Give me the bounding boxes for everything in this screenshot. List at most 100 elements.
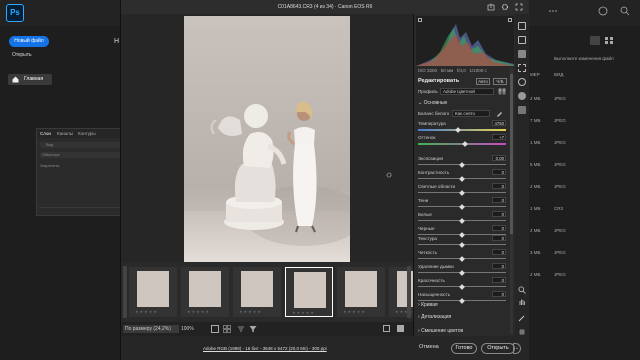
slider-value-field[interactable]: 4750	[492, 120, 506, 126]
slider-label: Красочность	[418, 278, 445, 283]
slider-value-field[interactable]: +7	[492, 134, 506, 140]
header-type[interactable]: ВИД	[554, 72, 563, 77]
filmstrip-thumbnail[interactable]: ★★★★★	[233, 267, 281, 317]
slider-thumb[interactable]	[461, 141, 468, 147]
slider-value-field[interactable]: 0	[492, 183, 506, 189]
open-button[interactable]: Открыть	[12, 52, 32, 58]
file-type: JPEG	[554, 162, 566, 167]
edit-panel: ISO 3200 50 мм f/4,0 1/1000 с Редактиров…	[413, 14, 515, 336]
edit-tool-icon[interactable]	[518, 22, 526, 30]
blend-mode-select[interactable]: Обычные	[40, 152, 120, 158]
single-view-icon[interactable]	[383, 325, 390, 332]
rating-stars[interactable]: ★★★★★	[292, 310, 315, 315]
section-collapsed[interactable]: › Смешение цветов	[418, 328, 463, 334]
highlight-clip-icon[interactable]	[508, 18, 512, 22]
redeye-tool-icon[interactable]	[518, 78, 526, 86]
layers-panel: Слои Каналы Контуры Вид Обычные Закрепит…	[36, 128, 123, 216]
home-icon	[12, 76, 19, 83]
filmstrip-scroll-right[interactable]	[407, 266, 411, 318]
slider-value-field[interactable]: 0	[492, 263, 506, 269]
workflow-options-link[interactable]: Adobe RGB (1998) - 16 бит - 3648 x 5472 …	[203, 346, 327, 351]
tab-layers[interactable]: Слои	[40, 131, 51, 136]
done-button[interactable]: Готово	[451, 343, 477, 354]
help-icon[interactable]	[598, 6, 608, 16]
layer-search[interactable]: Вид	[40, 142, 120, 148]
search-icon[interactable]	[620, 6, 630, 16]
filmstrip-thumbnail[interactable]: ★★★★★	[181, 267, 229, 317]
panel-scrollbar[interactable]	[510, 68, 513, 334]
slider-value-field[interactable]: 0	[492, 249, 506, 255]
filmstrip-thumbnail[interactable]: ★★★★★	[129, 267, 177, 317]
thumbnail-image	[137, 271, 169, 307]
list-view-icon[interactable]	[590, 36, 600, 45]
sampler-tool-icon[interactable]	[518, 314, 526, 322]
image-canvas[interactable]	[121, 14, 413, 262]
rating-stars[interactable]: ★★★★★	[239, 309, 262, 314]
filter-icon[interactable]	[249, 325, 257, 333]
settings-icon[interactable]	[501, 3, 509, 11]
bw-button[interactable]: Ч/Б	[493, 78, 507, 85]
panel-scroll-thumb[interactable]	[510, 74, 513, 234]
hand-tool-icon[interactable]	[518, 298, 526, 306]
slider-label: Экспозиция	[418, 156, 444, 161]
page-heading: Н	[114, 38, 120, 45]
presets-tool-icon[interactable]	[518, 92, 526, 100]
zoom-fit-select[interactable]: По размеру (24,2%)	[123, 325, 179, 333]
slider-value-field[interactable]: 0	[492, 291, 506, 297]
new-file-button[interactable]: Новый файл	[9, 36, 49, 47]
file-size: 2 МБ	[530, 184, 541, 189]
slider-label: Насыщенность	[418, 292, 451, 297]
slider-value-field[interactable]: 0	[492, 235, 506, 241]
camera-info: ISO 3200 50 мм f/4,0 1/1000 с	[418, 68, 514, 73]
slider-value-field[interactable]: 0	[492, 211, 506, 217]
filmstrip-thumbnail[interactable]: ★★★★★	[337, 267, 385, 317]
section-collapsed[interactable]: › Детализация	[418, 314, 451, 320]
rating-stars[interactable]: ★★★★★	[135, 309, 158, 314]
profile-browser-icon[interactable]	[498, 88, 506, 95]
eyedropper-icon[interactable]	[496, 110, 503, 117]
fullscreen-icon[interactable]	[515, 3, 523, 11]
slider-value-field[interactable]: 0	[492, 169, 506, 175]
zoom-value-select[interactable]: 100%	[181, 325, 194, 333]
auto-button[interactable]: Авто	[476, 78, 490, 85]
filmstrip-thumbnail[interactable]: ★★★★★	[285, 267, 333, 317]
profile-select[interactable]: Adobe Цветной	[440, 88, 494, 95]
thumbnail-view-icon[interactable]	[211, 325, 219, 333]
compare-icon[interactable]	[386, 172, 392, 178]
slider-label: Светлые области	[418, 184, 456, 189]
before-after-icon[interactable]	[397, 325, 404, 332]
crop-tool-icon[interactable]	[518, 36, 526, 44]
slider-value-field[interactable]: 0	[492, 277, 506, 283]
file-type: JPEG	[554, 96, 566, 101]
slider-track[interactable]	[418, 129, 506, 131]
export-icon[interactable]	[487, 3, 495, 11]
more-tools-icon[interactable]	[518, 106, 526, 114]
section-collapsed[interactable]: › Кривая	[418, 302, 438, 308]
wb-select[interactable]: Как снято	[452, 110, 490, 117]
mask-tool-icon[interactable]	[518, 64, 526, 72]
slider-value-field[interactable]: 0	[492, 197, 506, 203]
header-size[interactable]: МЕР	[530, 72, 540, 77]
file-type: JPEG	[554, 140, 566, 145]
file-size: 3 МБ	[530, 250, 541, 255]
grid-overlay-icon[interactable]	[518, 328, 526, 336]
tool-strip	[515, 14, 529, 336]
zoom-tool-icon[interactable]	[518, 286, 526, 294]
rating-stars[interactable]: ★★★★★	[187, 309, 210, 314]
slider-value-field[interactable]: 0,00	[492, 155, 506, 161]
slider-thumb[interactable]	[454, 127, 461, 133]
healing-tool-icon[interactable]	[518, 50, 526, 58]
rating-stars[interactable]: ★★★★★	[343, 309, 366, 314]
grid-view-icon[interactable]	[604, 36, 614, 45]
shadow-clip-icon[interactable]	[418, 18, 422, 22]
slider-value-field[interactable]: 0	[492, 225, 506, 231]
more-icon[interactable]	[548, 6, 558, 16]
tab-channels[interactable]: Каналы	[57, 131, 73, 136]
grid-icon[interactable]	[223, 325, 231, 333]
cancel-button[interactable]: Отмена	[419, 344, 439, 350]
section-basic[interactable]: ⌄ Основные	[418, 100, 447, 106]
sort-icon[interactable]	[237, 325, 245, 333]
tab-paths[interactable]: Контуры	[78, 131, 96, 136]
filmstrip-scroll-left[interactable]	[123, 266, 127, 318]
open-image-button[interactable]: Открыть	[481, 343, 515, 354]
